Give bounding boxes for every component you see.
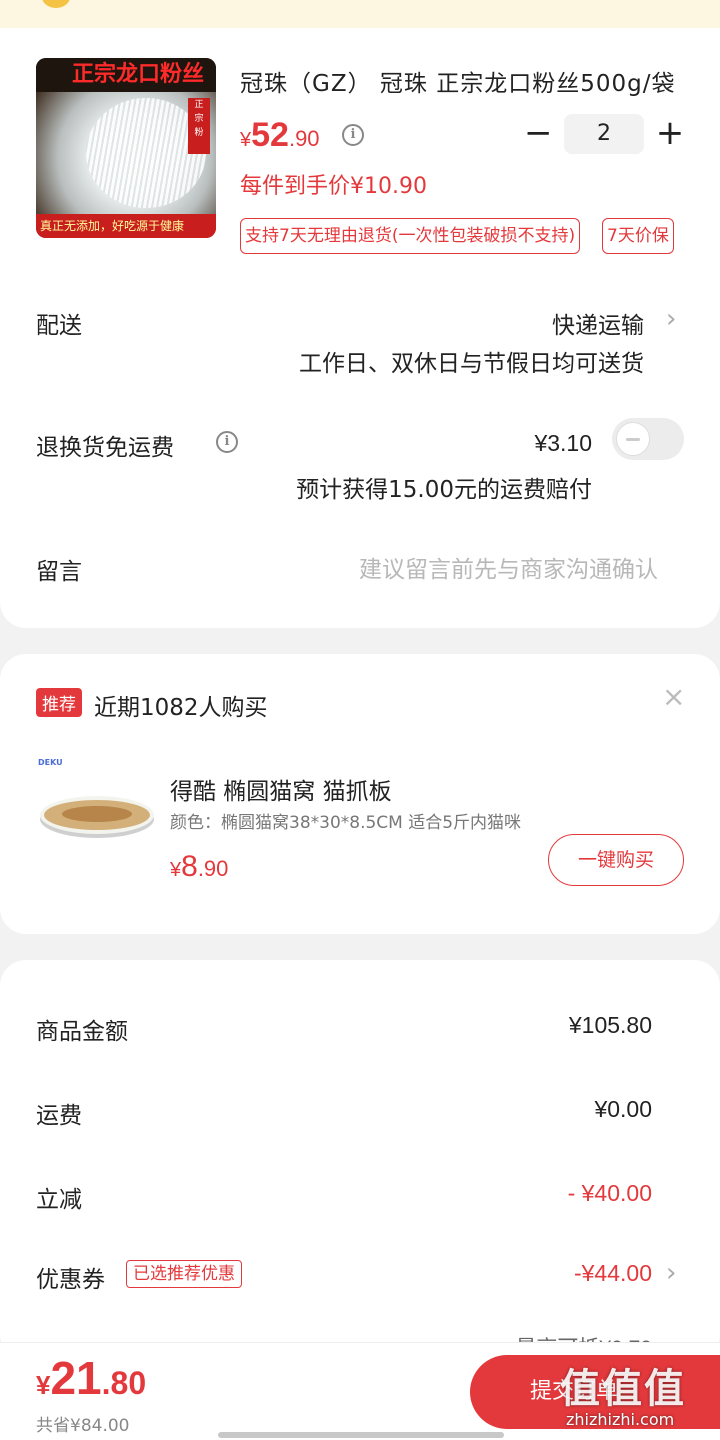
summary-label-shipping: 运费 [36, 1103, 82, 1129]
message-input[interactable]: 建议留言前先与商家沟通确认 [359, 550, 658, 584]
brand-logo-icon: DEKU [38, 758, 63, 767]
recommend-card: 推荐 近期1082人购买 × DEKU 得酷 椭圆猫窝 猫抓板 颜色：椭圆猫窝3… [0, 654, 720, 934]
return-shipping-info-icon[interactable]: i [216, 431, 238, 453]
summary-value-discount: - ¥40.00 [567, 1180, 652, 1206]
home-indicator[interactable] [218, 1432, 504, 1438]
watermark-logo: 值值值 [560, 1366, 686, 1412]
coupon-chevron-icon[interactable]: › [666, 1258, 676, 1288]
delivery-chevron-icon[interactable]: › [666, 304, 676, 334]
summary-value-coupon[interactable]: -¥44.00 [574, 1260, 652, 1287]
price-symbol: ¥ [240, 129, 252, 151]
saved-amount: 共省¥84.00 [36, 1416, 130, 1436]
summary-label-discount: 立减 [36, 1187, 82, 1213]
coupon-selected-tag: 已选推荐优惠 [126, 1260, 242, 1288]
toggle-knob [616, 422, 650, 456]
product-image-footer: 真正无添加，好吃源于健康 [36, 214, 216, 238]
summary-value-shipping: ¥0.00 [594, 1096, 652, 1122]
product-title[interactable]: 冠珠（GZ） 冠珠 正宗龙口粉丝500g/袋 [240, 64, 680, 98]
summary-label-goods: 商品金额 [36, 1019, 128, 1045]
price-symbol: ¥ [170, 859, 182, 881]
order-item-card: ✿ 正宗龙口粉丝 正宗粉 真正无添加，好吃源于健康 冠珠（GZ） 冠珠 正宗龙口… [0, 28, 720, 628]
price-decimal: .90 [288, 126, 320, 151]
one-click-buy-button[interactable]: 一键购买 [548, 834, 684, 886]
summary-label-coupon: 优惠券 [36, 1267, 105, 1293]
watermark-url: zhizhizhi.com [566, 1410, 675, 1429]
return-shipping-label: 退换货免运费 [36, 435, 174, 461]
price-info-icon[interactable]: i [342, 124, 364, 146]
product-price: ¥52.90 [240, 116, 320, 155]
notice-icon [42, 0, 70, 8]
total-symbol: ¥ [36, 1370, 51, 1400]
price-decimal: .90 [197, 856, 229, 881]
unit-price: 每件到手价¥10.90 [240, 174, 427, 199]
recommend-item-image[interactable]: DEKU [36, 754, 158, 844]
close-icon[interactable]: × [662, 680, 685, 713]
product-image-banner: 正宗龙口粉丝 [36, 58, 216, 92]
return-shipping-toggle[interactable] [612, 418, 684, 460]
return-shipping-note: 预计获得15.00元的运费赔付 [296, 477, 592, 503]
delivery-method[interactable]: 快递运输 [552, 306, 644, 340]
delivery-note: 工作日、双休日与节假日均可送货 [299, 351, 644, 377]
return-policy-tag: 支持7天无理由退货(一次性包装破损不支持) [240, 218, 581, 254]
price-integer: 8 [181, 850, 198, 883]
recommend-item-price: ¥8.90 [170, 850, 228, 884]
cat-bed-graphic [40, 796, 154, 834]
price-summary-card: 商品金额 ¥105.80 运费 ¥0.00 立减 - ¥40.00 优惠券 已选… [0, 960, 720, 1360]
quantity-decrease-button[interactable]: − [524, 116, 553, 154]
total-integer: 21 [50, 1352, 102, 1404]
total-decimal: .80 [101, 1365, 147, 1401]
message-label: 留言 [36, 559, 82, 585]
top-notice-strip [0, 0, 720, 30]
product-image-side-label: 正宗粉 [188, 98, 210, 154]
recommend-badge: 推荐 [36, 688, 82, 717]
price-protect-tag: 7天价保 [602, 218, 674, 254]
recommend-item-name[interactable]: 得酷 椭圆猫窝 猫抓板 [170, 772, 392, 806]
price-integer: 52 [251, 116, 289, 154]
quantity-increase-button[interactable]: + [654, 114, 686, 154]
recommend-item-spec: 颜色：椭圆猫窝38*30*8.5CM 适合5斤内猫咪 [170, 813, 522, 833]
total-price: ¥21.80 [36, 1351, 146, 1405]
delivery-label: 配送 [36, 313, 82, 339]
quantity-input[interactable]: 2 [564, 114, 644, 154]
product-image[interactable]: ✿ 正宗龙口粉丝 正宗粉 真正无添加，好吃源于健康 [36, 58, 216, 238]
return-shipping-price: ¥3.10 [534, 430, 592, 456]
recommend-title: 近期1082人购买 [94, 695, 268, 721]
summary-value-goods: ¥105.80 [568, 1012, 652, 1038]
